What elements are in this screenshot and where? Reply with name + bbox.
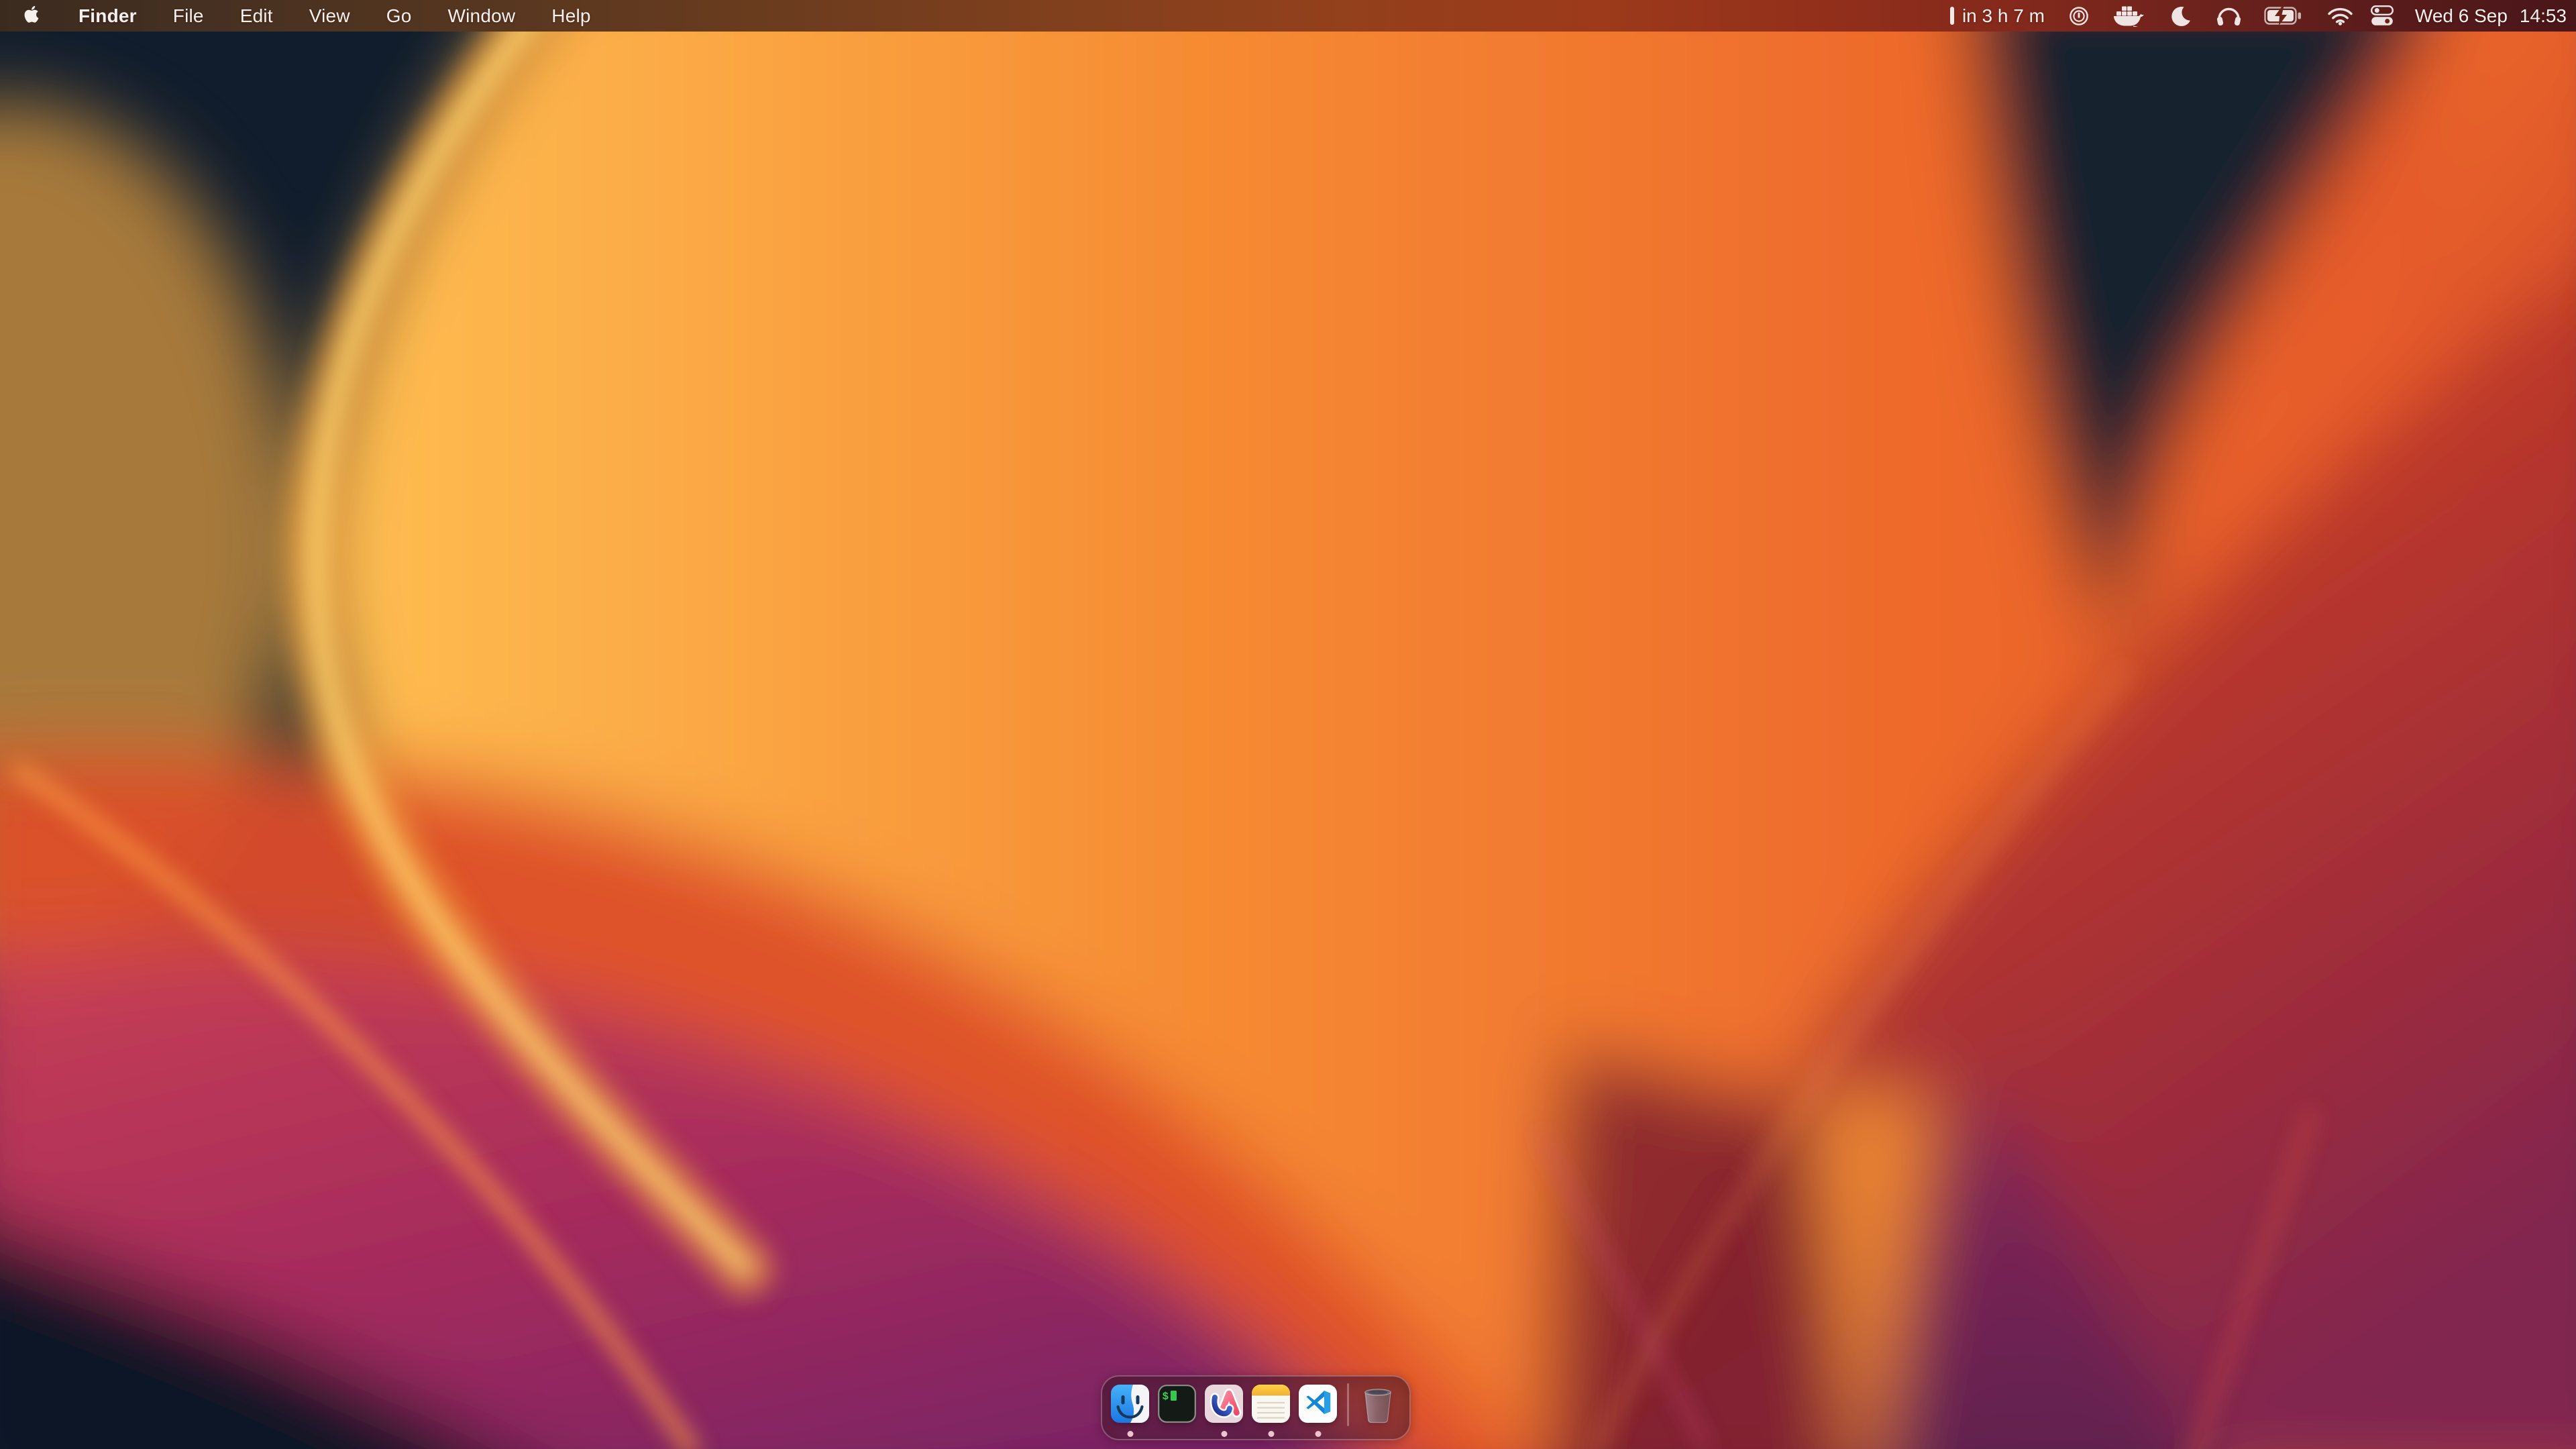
wifi-icon[interactable] [2327,6,2353,25]
dock-terminal[interactable]: $ [1158,1377,1196,1439]
dock-vscode[interactable] [1299,1377,1337,1439]
headphones-icon[interactable] [2216,5,2241,26]
notes-icon [1252,1385,1290,1423]
running-indicator [1315,1431,1321,1437]
dock-separator [1347,1383,1349,1426]
running-indicator [1268,1431,1274,1437]
terminal-icon: $ [1158,1385,1196,1423]
finder-icon [1111,1385,1149,1423]
moon-focus-icon[interactable] [2169,5,2191,27]
wallpaper [0,0,2576,1449]
running-indicator [1221,1431,1227,1437]
running-indicator [1127,1431,1133,1437]
menu-bar-date[interactable]: Wed 6 Sep [2415,5,2508,27]
menu-bar-time[interactable]: 14:53 [2520,5,2567,27]
apple-menu-icon[interactable] [23,5,40,26]
menu-item-finder[interactable]: Finder [60,0,155,32]
trash-icon [1360,1385,1395,1424]
menu-bar-status: in 3 h 7 m [1950,5,2576,27]
vscode-icon [1299,1385,1337,1423]
battery-charging-icon[interactable] [2264,7,2303,25]
menu-item-file[interactable]: File [155,0,222,32]
dock-affine[interactable] [1205,1377,1243,1439]
menu-item-window[interactable]: Window [430,0,534,32]
menu-item-help[interactable]: Help [533,0,608,32]
vertical-bar-icon[interactable] [1950,7,1954,25]
control-center-icon[interactable] [2371,5,2394,26]
menu-item-edit[interactable]: Edit [222,0,291,32]
docker-whale-icon[interactable] [2113,5,2144,27]
dock-notes[interactable] [1252,1377,1290,1439]
dock-finder[interactable] [1111,1377,1149,1439]
dock: $ [1101,1375,1411,1440]
affine-a-icon [1205,1385,1243,1423]
menu-item-go[interactable]: Go [368,0,430,32]
menu-bar: Finder File Edit View Go Window Help in … [0,0,2576,32]
timer-countdown[interactable]: in 3 h 7 m [1962,5,2045,27]
keyhole-circle-icon[interactable] [2069,6,2089,26]
desktop: Finder File Edit View Go Window Help in … [0,0,2576,1449]
menu-bar-left: Finder File Edit View Go Window Help [0,0,609,32]
svg-text:$: $ [1163,1391,1169,1403]
dock-trash[interactable] [1358,1377,1398,1439]
menu-item-view[interactable]: View [291,0,368,32]
